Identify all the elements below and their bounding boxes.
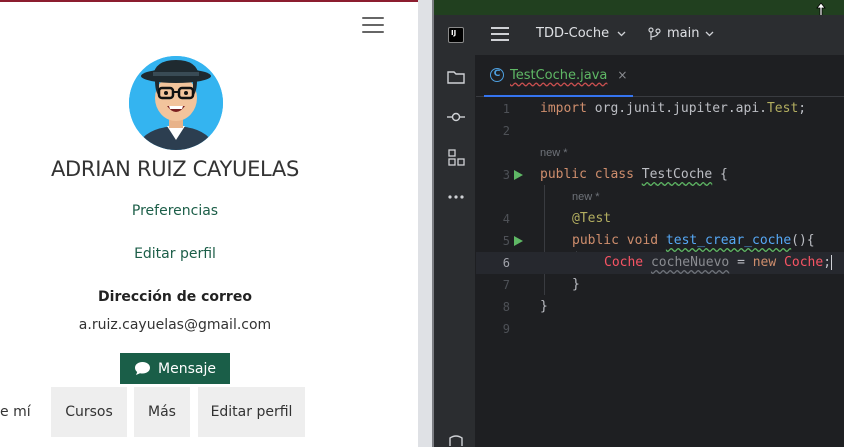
intellij-logo: IJ bbox=[448, 27, 464, 43]
line-number: 6 bbox=[502, 256, 510, 270]
line-number: 1 bbox=[502, 102, 510, 116]
folder-icon[interactable] bbox=[446, 67, 466, 87]
message-button-label: Mensaje bbox=[158, 360, 216, 377]
tab-about-me[interactable]: e mí bbox=[0, 387, 40, 437]
top-accent-bar bbox=[0, 0, 418, 2]
commit-icon[interactable] bbox=[446, 107, 466, 127]
file-tab-label: TestCoche.java bbox=[510, 67, 608, 83]
editor-tab-bar: C TestCoche.java × bbox=[476, 55, 844, 97]
code-line: 8 } bbox=[476, 296, 844, 318]
branch-selector[interactable]: main bbox=[648, 26, 714, 41]
line-number: 7 bbox=[502, 278, 510, 292]
run-gutter-icon[interactable] bbox=[514, 170, 523, 180]
avatar bbox=[129, 56, 223, 150]
chat-bubble-icon bbox=[135, 362, 151, 375]
tool-window-strip bbox=[434, 55, 476, 447]
profile-panel: ADRIAN RUIZ CAYUELAS Preferencias Editar… bbox=[0, 0, 418, 447]
text-caret bbox=[831, 255, 833, 270]
line-number: 3 bbox=[502, 168, 510, 182]
ide-title-bar: IJ TDD-Coche main bbox=[434, 15, 844, 55]
tab-courses[interactable]: Cursos bbox=[51, 387, 127, 437]
tab-more[interactable]: Más bbox=[134, 387, 190, 437]
code-line: 5 public void test_crear_coche(){ bbox=[476, 230, 844, 252]
code-line: 2 bbox=[476, 120, 844, 142]
code-text: public class TestCoche { bbox=[540, 167, 728, 182]
code-text: public void test_crear_coche(){ bbox=[572, 233, 815, 248]
git-branch-icon bbox=[648, 26, 661, 40]
close-tab-icon[interactable]: × bbox=[617, 68, 627, 82]
code-line: 3 public class TestCoche { bbox=[476, 164, 844, 186]
line-number: 9 bbox=[502, 322, 510, 336]
code-line-current: 6 Coche cocheNuevo = new Coche; bbox=[476, 252, 844, 274]
project-name: TDD-Coche bbox=[536, 26, 610, 41]
line-number: 2 bbox=[502, 124, 510, 138]
file-tab-testcoche[interactable]: C TestCoche.java × bbox=[484, 55, 634, 97]
preferences-link[interactable]: Preferencias bbox=[0, 203, 350, 219]
plugin-icon[interactable] bbox=[446, 430, 466, 447]
code-line: 1 import org.junit.jupiter.api.Test; bbox=[476, 98, 844, 120]
tab-edit-profile[interactable]: Editar perfil bbox=[198, 387, 305, 437]
vcs-hint: new * bbox=[572, 191, 600, 203]
run-gutter-icon[interactable] bbox=[514, 236, 523, 246]
profile-name: ADRIAN RUIZ CAYUELAS bbox=[50, 157, 300, 181]
structure-icon[interactable] bbox=[446, 147, 466, 167]
message-button[interactable]: Mensaje bbox=[120, 353, 230, 384]
code-line: 7 } bbox=[476, 274, 844, 296]
avatar-illustration bbox=[129, 56, 223, 150]
code-text: import org.junit.jupiter.api.Test; bbox=[540, 101, 807, 116]
branch-name: main bbox=[667, 26, 700, 41]
project-selector[interactable]: TDD-Coche bbox=[536, 26, 626, 41]
code-text: } bbox=[540, 299, 548, 314]
edit-profile-link[interactable]: Editar perfil bbox=[0, 246, 350, 262]
email-value: a.ruiz.cayuelas@gmail.com bbox=[78, 317, 272, 333]
code-text: Coche cocheNuevo = new Coche; bbox=[604, 255, 833, 270]
window-top-strip bbox=[434, 0, 844, 15]
main-menu-icon[interactable] bbox=[491, 27, 509, 43]
line-number: 4 bbox=[502, 212, 510, 226]
chevron-down-icon bbox=[706, 31, 714, 36]
code-text: } bbox=[572, 277, 580, 292]
ide-window: IJ TDD-Coche main C TestCoche.java × 1 i… bbox=[434, 0, 844, 447]
email-label: Dirección de correo bbox=[98, 289, 252, 305]
code-line: 4 @Test bbox=[476, 208, 844, 230]
window-divider[interactable] bbox=[418, 0, 434, 447]
vcs-hint: new * bbox=[540, 147, 568, 159]
chevron-down-icon bbox=[617, 31, 626, 36]
java-class-icon: C bbox=[490, 68, 504, 82]
line-number: 5 bbox=[502, 234, 510, 248]
line-number: 8 bbox=[502, 300, 510, 314]
code-line: 9 bbox=[476, 318, 844, 340]
hamburger-menu-icon[interactable] bbox=[362, 17, 384, 35]
code-editor[interactable]: 1 import org.junit.jupiter.api.Test; 2 n… bbox=[476, 97, 844, 447]
code-text: @Test bbox=[572, 211, 612, 226]
more-icon[interactable] bbox=[446, 187, 466, 207]
